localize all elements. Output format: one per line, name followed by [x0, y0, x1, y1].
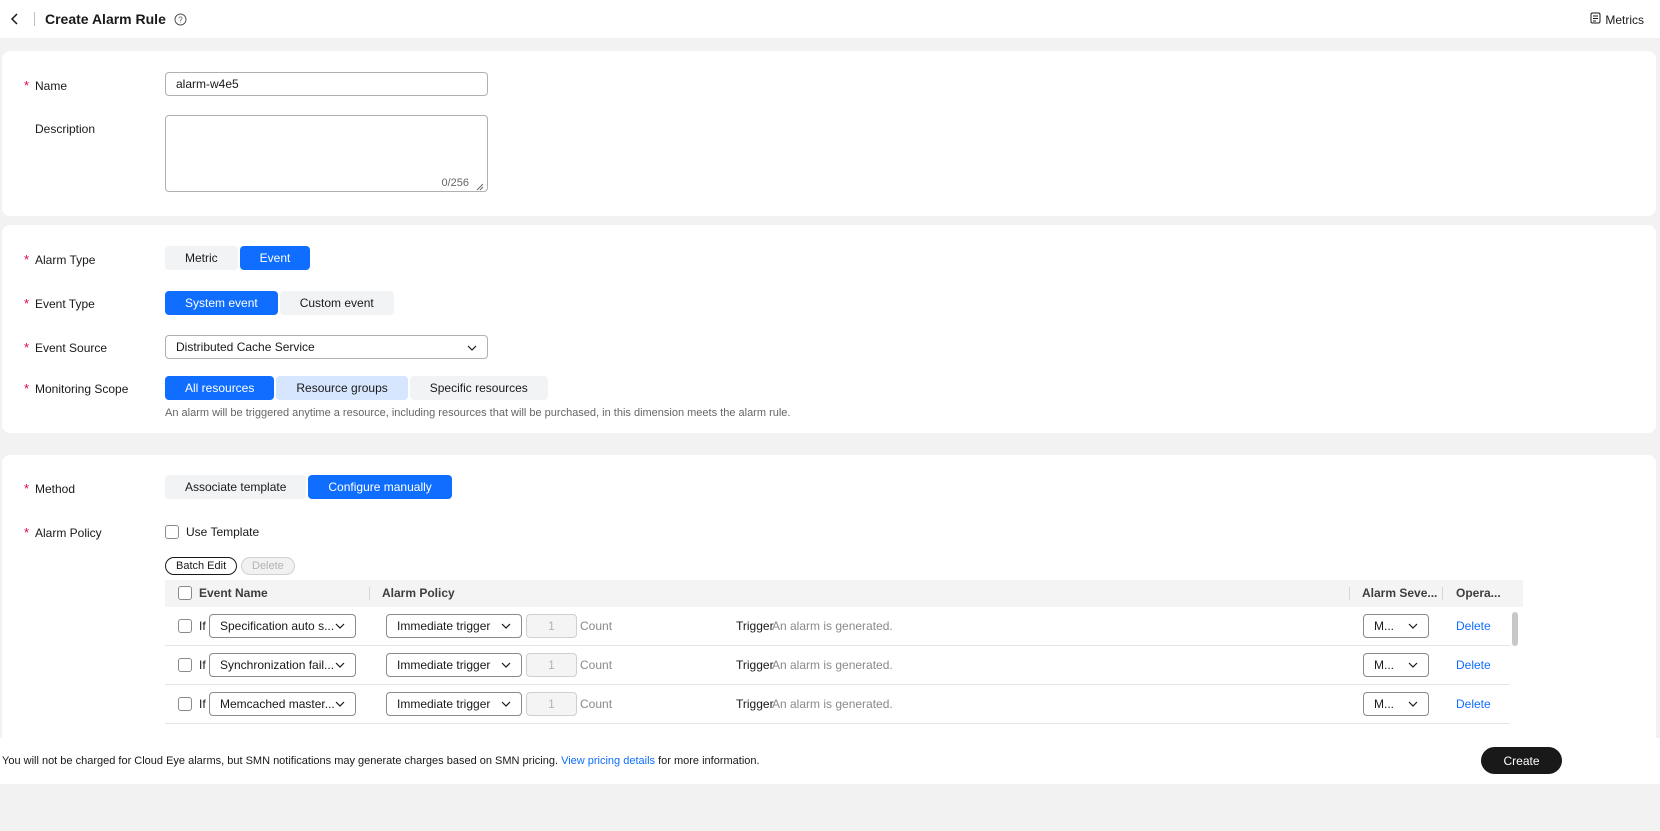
header-operation: Opera... — [1456, 586, 1501, 600]
chevron-down-icon — [1408, 701, 1418, 707]
severity-select[interactable]: M... — [1363, 614, 1429, 638]
table-scrollbar[interactable] — [1512, 612, 1518, 646]
header-alarm-severity: Alarm Seve... — [1362, 586, 1438, 600]
table-row: If Memcached master... Immediate trigger… — [165, 685, 1510, 724]
monitoring-scope-segment: All resources Resource groups Specific r… — [165, 376, 548, 400]
method-label: * Method — [24, 481, 76, 496]
description-textarea[interactable]: 0/256 — [165, 115, 488, 192]
header-event-name: Event Name — [199, 586, 268, 600]
if-label: If — [199, 619, 206, 633]
method-segment: Associate template Configure manually — [165, 475, 452, 499]
batch-delete-button[interactable]: Delete — [241, 557, 295, 575]
trigger-select[interactable]: Immediate trigger — [386, 653, 522, 677]
if-label: If — [199, 697, 206, 711]
row-delete-link[interactable]: Delete — [1456, 658, 1491, 672]
name-input[interactable]: alarm-w4e5 — [165, 72, 488, 96]
trigger-label: Trigger — [736, 697, 774, 711]
alarm-type-segment: Metric Event — [165, 246, 311, 270]
trigger-select[interactable]: Immediate trigger — [386, 614, 522, 638]
footer-bar: You will not be charged for Cloud Eye al… — [0, 738, 1660, 784]
alarm-policy-label: * Alarm Policy — [24, 525, 102, 540]
trigger-description: An alarm is generated. — [772, 697, 893, 711]
alarm-policy-table: Event Name Alarm Policy Alarm Seve... Op… — [165, 580, 1523, 724]
document-icon — [1590, 12, 1601, 27]
trigger-label: Trigger — [736, 658, 774, 672]
chevron-down-icon — [501, 662, 511, 668]
row-delete-link[interactable]: Delete — [1456, 697, 1491, 711]
alarm-type-metric[interactable]: Metric — [165, 246, 238, 270]
count-unit: Count — [580, 697, 613, 711]
event-type-segment: System event Custom event — [165, 291, 394, 315]
count-input[interactable]: 1 — [526, 614, 577, 638]
table-header: Event Name Alarm Policy Alarm Seve... Op… — [165, 580, 1523, 607]
count-unit: Count — [580, 658, 613, 672]
scope-specific-resources[interactable]: Specific resources — [409, 376, 548, 400]
event-type-label: * Event Type — [24, 296, 95, 311]
select-all-checkbox[interactable] — [178, 586, 192, 600]
pricing-notice: You will not be charged for Cloud Eye al… — [2, 755, 760, 767]
chevron-down-icon — [335, 623, 345, 629]
method-configure-manually[interactable]: Configure manually — [308, 475, 452, 499]
row-checkbox[interactable] — [178, 697, 192, 711]
event-name-select[interactable]: Synchronization fail... — [209, 653, 356, 677]
row-delete-link[interactable]: Delete — [1456, 619, 1491, 633]
event-type-custom[interactable]: Custom event — [279, 291, 394, 315]
batch-edit-button[interactable]: Batch Edit — [165, 557, 238, 575]
required-mark: * — [24, 78, 30, 93]
trigger-label: Trigger — [736, 619, 774, 633]
scope-resource-groups[interactable]: Resource groups — [276, 376, 408, 400]
description-counter: 0/256 — [441, 177, 469, 189]
header-alarm-policy: Alarm Policy — [382, 586, 455, 600]
chevron-down-icon — [1408, 662, 1418, 668]
chevron-down-icon — [335, 701, 345, 707]
title-divider — [34, 12, 35, 26]
method-associate-template[interactable]: Associate template — [165, 475, 307, 499]
scope-all-resources[interactable]: All resources — [165, 376, 275, 400]
name-label: * Name — [24, 78, 68, 93]
alarm-policy-card: * Method Associate template Configure man… — [2, 455, 1656, 775]
chevron-down-icon — [467, 340, 477, 354]
table-row: If Specification auto s... Immediate tri… — [165, 607, 1510, 646]
trigger-description: An alarm is generated. — [772, 658, 893, 672]
severity-select[interactable]: M... — [1363, 692, 1429, 716]
basic-info-card: * Name alarm-w4e5 Description 0/256 — [2, 51, 1656, 216]
chevron-down-icon — [1408, 623, 1418, 629]
resize-handle-icon[interactable] — [476, 180, 484, 191]
row-checkbox[interactable] — [178, 658, 192, 672]
table-row: If Synchronization fail... Immediate tri… — [165, 646, 1510, 685]
svg-text:?: ? — [178, 15, 183, 24]
event-type-system[interactable]: System event — [165, 291, 278, 315]
count-unit: Count — [580, 619, 613, 633]
event-source-label: * Event Source — [24, 340, 108, 355]
alarm-type-event[interactable]: Event — [239, 246, 311, 270]
if-label: If — [199, 658, 206, 672]
top-bar: Create Alarm Rule ? Metrics — [0, 0, 1660, 38]
alarm-type-label: * Alarm Type — [24, 252, 96, 267]
chevron-down-icon — [501, 623, 511, 629]
view-pricing-link[interactable]: View pricing details — [561, 755, 655, 767]
trigger-description: An alarm is generated. — [772, 619, 893, 633]
chevron-down-icon — [501, 701, 511, 707]
metrics-link[interactable]: Metrics — [1590, 12, 1644, 27]
use-template-option: Use Template — [165, 525, 259, 539]
event-name-select[interactable]: Specification auto s... — [209, 614, 356, 638]
metrics-label: Metrics — [1605, 12, 1644, 27]
description-label: Description — [35, 122, 96, 136]
back-arrow-icon[interactable] — [8, 12, 22, 26]
trigger-select[interactable]: Immediate trigger — [386, 692, 522, 716]
create-button[interactable]: Create — [1481, 747, 1562, 774]
count-input[interactable]: 1 — [526, 692, 577, 716]
page-title: Create Alarm Rule — [45, 11, 166, 27]
count-input[interactable]: 1 — [526, 653, 577, 677]
help-icon[interactable]: ? — [174, 13, 187, 26]
row-checkbox[interactable] — [178, 619, 192, 633]
scope-hint: An alarm will be triggered anytime a res… — [165, 407, 791, 419]
severity-select[interactable]: M... — [1363, 653, 1429, 677]
event-source-select[interactable]: Distributed Cache Service — [165, 335, 488, 359]
monitoring-scope-label: * Monitoring Scope — [24, 381, 129, 396]
event-name-select[interactable]: Memcached master... — [209, 692, 356, 716]
chevron-down-icon — [335, 662, 345, 668]
use-template-checkbox[interactable] — [165, 525, 179, 539]
alarm-type-card: * Alarm Type Metric Event * Event Type Sys… — [2, 225, 1656, 433]
